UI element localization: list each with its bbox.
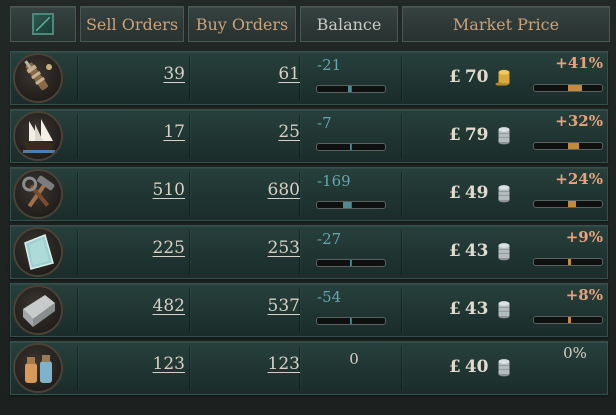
balance-value: -7 xyxy=(317,114,332,132)
glass-icon[interactable] xyxy=(13,227,63,277)
silver-coins-icon xyxy=(498,301,510,319)
sell-orders-value[interactable]: 17 xyxy=(115,122,185,142)
sell-orders-value[interactable]: 510 xyxy=(115,180,185,200)
market-price: £ 70 xyxy=(449,64,529,90)
price-change-value: 0% xyxy=(563,344,587,362)
price-change-value: +9% xyxy=(565,228,603,246)
buy-orders-header-label: Buy Orders xyxy=(195,14,289,34)
small-arms-icon[interactable] xyxy=(13,53,63,103)
market-price-value: 40 xyxy=(464,357,489,377)
balance-bar xyxy=(316,259,386,267)
buy-orders-value[interactable]: 680 xyxy=(226,180,300,200)
balance-bar-fill xyxy=(350,318,351,324)
market-price: £ 40 xyxy=(449,354,529,380)
market-price: £ 43 xyxy=(449,238,529,264)
silver-coins-icon xyxy=(498,359,510,377)
sell-orders-header-label: Sell Orders xyxy=(85,14,179,34)
balance-bar xyxy=(316,317,386,325)
sell-orders-value[interactable]: 39 xyxy=(115,64,185,84)
balance-header[interactable]: Balance xyxy=(300,6,398,42)
market-price: £ 49 xyxy=(449,180,529,206)
price-change-bar xyxy=(533,258,603,266)
sell-orders-value[interactable]: 225 xyxy=(115,238,185,258)
currency-symbol: £ xyxy=(449,125,461,145)
buy-orders-value[interactable]: 61 xyxy=(226,64,300,84)
market-price-header-label: Market Price xyxy=(452,14,560,34)
balance-bar-fill xyxy=(342,202,351,208)
tools-icon[interactable] xyxy=(13,169,63,219)
price-change-bar-fill xyxy=(568,143,579,149)
price-change-bar-fill xyxy=(568,201,577,207)
table-row[interactable]: 225 253 -27 £ 43 +9% xyxy=(10,225,608,279)
currency-symbol: £ xyxy=(449,241,461,261)
price-change-bar xyxy=(533,84,603,92)
silver-coins-icon xyxy=(498,243,510,261)
medicine-icon[interactable] xyxy=(13,343,63,393)
market-price-value: 79 xyxy=(464,125,489,145)
balance-bar-fill xyxy=(349,144,351,150)
silver-coins-icon xyxy=(498,185,510,203)
market-price-value: 70 xyxy=(464,67,489,87)
market-price: £ 79 xyxy=(449,122,529,148)
table-row[interactable]: 123 123 0 £ 40 0% xyxy=(10,341,608,395)
clipper-ship-icon[interactable] xyxy=(13,111,63,161)
currency-symbol: £ xyxy=(449,67,461,87)
buy-orders-header[interactable]: Buy Orders xyxy=(188,6,296,42)
gold-coins-icon xyxy=(494,69,510,86)
sell-orders-value[interactable]: 123 xyxy=(115,354,185,374)
market-panel: Sell Orders Buy Orders Balance Market Pr… xyxy=(0,0,616,415)
market-price-value: 43 xyxy=(464,241,489,261)
silver-coins-icon xyxy=(498,127,510,145)
price-change-bar-fill xyxy=(568,317,571,323)
market-price: £ 43 xyxy=(449,296,529,322)
balance-value: -21 xyxy=(317,56,342,74)
price-change-bar-fill xyxy=(568,85,582,91)
price-change-bar-fill xyxy=(568,259,572,265)
filter-icon xyxy=(32,13,54,35)
price-change-value: +41% xyxy=(555,54,603,72)
balance-bar xyxy=(316,85,386,93)
price-change-value: +8% xyxy=(565,286,603,304)
price-change-bar xyxy=(533,142,603,150)
table-row[interactable]: 510 680 -169 £ 49 +24% xyxy=(10,167,608,221)
table-header: Sell Orders Buy Orders Balance Market Pr… xyxy=(0,6,616,44)
buy-orders-value[interactable]: 123 xyxy=(226,354,300,374)
sell-orders-header[interactable]: Sell Orders xyxy=(80,6,184,42)
price-change-value: +32% xyxy=(555,112,603,130)
price-change-value: +24% xyxy=(555,170,603,188)
currency-symbol: £ xyxy=(449,357,461,377)
buy-orders-value[interactable]: 253 xyxy=(226,238,300,258)
market-price-header[interactable]: Market Price xyxy=(402,6,610,42)
market-price-value: 49 xyxy=(464,183,489,203)
price-change-bar xyxy=(533,200,603,208)
market-price-value: 43 xyxy=(464,299,489,319)
balance-header-label: Balance xyxy=(316,14,382,34)
balance-value: -27 xyxy=(317,230,342,248)
sell-orders-value[interactable]: 482 xyxy=(115,296,185,316)
filter-toggle-button[interactable] xyxy=(10,6,76,42)
buy-orders-value[interactable]: 25 xyxy=(226,122,300,142)
balance-value: -54 xyxy=(317,288,342,306)
table-row[interactable]: 482 537 -54 £ 43 +8% xyxy=(10,283,608,337)
balance-value: 0 xyxy=(349,350,359,368)
buy-orders-value[interactable]: 537 xyxy=(226,296,300,316)
balance-value: -169 xyxy=(317,172,351,190)
currency-symbol: £ xyxy=(449,183,461,203)
price-change-bar xyxy=(533,316,603,324)
balance-bar-fill xyxy=(348,86,351,92)
balance-bar xyxy=(316,143,386,151)
steel-icon[interactable] xyxy=(13,285,63,335)
balance-bar-fill xyxy=(350,260,351,266)
balance-bar xyxy=(316,201,386,209)
table-row[interactable]: 39 61 -21 £ 70 +41% xyxy=(10,51,608,105)
currency-symbol: £ xyxy=(449,299,461,319)
table-row[interactable]: 17 25 -7 £ 79 +32% xyxy=(10,109,608,163)
